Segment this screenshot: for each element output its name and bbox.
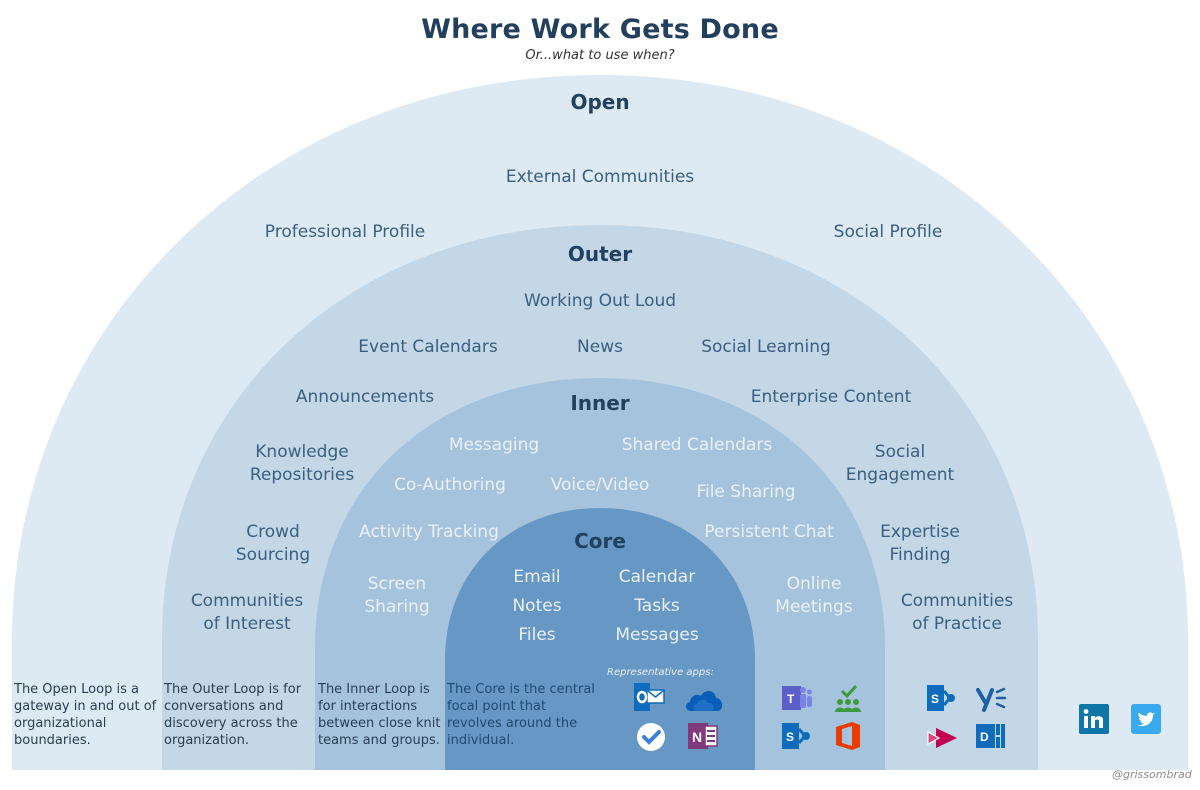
todo-icon [635, 721, 667, 753]
inner-item: Voice/Video [550, 475, 650, 495]
open-loop-description: The Open Loop is a gateway in and out of… [14, 682, 157, 748]
core-item: Files [518, 625, 556, 645]
outer-item: Crowd Sourcing [235, 522, 311, 565]
open-loop-title: Open [570, 90, 630, 114]
teams-icon: T [781, 682, 813, 714]
delve-icon: D [975, 720, 1007, 752]
onenote-icon: N [687, 720, 719, 752]
outer-item: Expertise Finding [880, 522, 960, 565]
inner-item: Persistent Chat [704, 522, 834, 542]
outlook-icon [633, 681, 665, 713]
core-item: Email [513, 567, 561, 587]
inner-item: Activity Tracking [359, 522, 499, 542]
inner-loop-description: The Inner Loop is for interactions betwe… [318, 682, 441, 748]
representative-apps-label: Representative apps: [607, 667, 714, 678]
inner-item: Shared Calendars [621, 435, 773, 455]
yammer-icon [975, 682, 1007, 714]
outer-item: News [577, 337, 623, 357]
author-credit: @grissombrad [1112, 768, 1192, 781]
diagram-canvas: Where Work Gets Done Or...what to use wh… [0, 0, 1200, 790]
outer-item: Social Engagement [845, 442, 955, 485]
outer-item: Working Out Loud [523, 291, 677, 311]
stream-icon [926, 722, 958, 754]
sharepoint-icon: S [926, 682, 958, 714]
inner-item: File Sharing [696, 482, 796, 502]
linkedin-icon [1079, 704, 1109, 734]
twitter-icon [1131, 704, 1161, 734]
outer-item: Knowledge Repositories [249, 442, 355, 485]
inner-item: Screen Sharing [364, 574, 430, 617]
inner-item: Messaging [448, 435, 540, 455]
svg-text:S: S [786, 730, 794, 744]
planner-icon [832, 683, 864, 715]
page-subtitle: Or...what to use when? [525, 48, 675, 63]
open-item: Professional Profile [264, 222, 426, 242]
open-item: External Communities [505, 167, 695, 187]
page-title: Where Work Gets Done [421, 14, 779, 45]
core-item: Calendar [618, 567, 696, 587]
core-loop-description: The Core is the central focal point that… [447, 682, 595, 748]
svg-text:T: T [787, 692, 795, 706]
inner-item: Online Meetings [775, 574, 853, 617]
core-item: Tasks [634, 596, 680, 616]
open-item: Social Profile [833, 222, 943, 242]
svg-text:S: S [931, 692, 939, 706]
office-icon [832, 720, 864, 752]
outer-item: Social Learning [701, 337, 831, 357]
outer-item: Communities of Practice [900, 591, 1014, 634]
outer-item: Announcements [295, 387, 435, 407]
outer-item: Communities of Interest [190, 591, 304, 634]
outer-loop-title: Outer [567, 242, 633, 266]
inner-item: Co-Authoring [394, 475, 506, 495]
svg-text:N: N [692, 729, 702, 745]
outer-item: Enterprise Content [750, 387, 912, 407]
sharepoint-icon: S [781, 720, 813, 752]
core-item: Notes [512, 596, 562, 616]
onedrive-icon [683, 683, 725, 715]
outer-loop-description: The Outer Loop is for conversations and … [164, 682, 302, 748]
inner-loop-title: Inner [570, 391, 630, 415]
outer-item: Event Calendars [358, 337, 498, 357]
svg-text:D: D [980, 730, 989, 744]
core-item: Messages [615, 625, 699, 645]
core-loop-title: Core [574, 529, 626, 553]
